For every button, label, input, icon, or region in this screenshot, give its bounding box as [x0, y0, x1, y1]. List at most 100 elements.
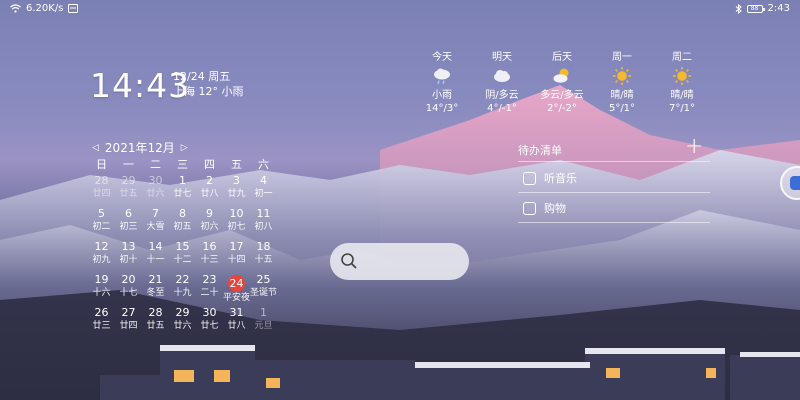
calendar-day[interactable]: 22 十九: [169, 272, 196, 305]
calendar-day[interactable]: 26 廿三: [88, 305, 115, 338]
todo-divider: [518, 192, 710, 193]
day-number: 14: [148, 240, 163, 253]
day-number: 20: [121, 273, 136, 286]
clock-date: 12/24 周五: [173, 70, 231, 83]
clock-details[interactable]: 12/24 周五 上海 12° 小雨: [173, 69, 244, 99]
calendar-day[interactable]: 30 廿六: [142, 173, 169, 206]
calendar-day[interactable]: 2 廿八: [196, 173, 223, 206]
calendar-day[interactable]: 30 廿七: [196, 305, 223, 338]
lunar-date: 初七: [227, 222, 246, 232]
calendar-day[interactable]: 1 廿七: [169, 173, 196, 206]
day-number: 30: [148, 174, 163, 187]
lunar-date: 廿三: [92, 321, 111, 331]
lunar-date: 十二: [173, 255, 192, 265]
calendar-day[interactable]: 6 初三: [115, 206, 142, 239]
next-month-icon[interactable]: ▷: [181, 143, 188, 153]
day-number: 27: [121, 306, 136, 319]
weekday-label: 五: [231, 158, 242, 171]
weather-forecast[interactable]: 今天 小雨 14°/3° 明天 阴/多云 4°/-1° 后天 多云/多云 2°/-2° 周一 晴/晴…: [412, 51, 712, 115]
calendar-day[interactable]: 11 初八: [250, 206, 277, 239]
calendar-day[interactable]: 19 十六: [88, 272, 115, 305]
day-number: 8: [179, 207, 186, 220]
weather-day-label: 明天: [492, 52, 512, 63]
day-number: 29: [175, 306, 190, 319]
lunar-date: 二十: [200, 288, 219, 298]
side-dock-handle[interactable]: [780, 166, 800, 200]
weekday-label: 六: [258, 158, 269, 171]
day-number: 24: [228, 275, 245, 292]
calendar-day[interactable]: 15 十二: [169, 239, 196, 272]
day-number: 9: [206, 207, 213, 220]
prev-month-icon[interactable]: ◁: [92, 143, 99, 153]
lunar-date: 廿六: [146, 189, 165, 199]
weather-desc: 小雨: [432, 90, 452, 101]
lunar-date: 元旦: [254, 321, 273, 331]
calendar-day[interactable]: 14 十一: [142, 239, 169, 272]
day-number: 12: [94, 240, 109, 253]
calendar-day[interactable]: 9 初六: [196, 206, 223, 239]
day-number: 21: [148, 273, 163, 286]
lunar-date: 初十: [119, 255, 138, 265]
day-number: 28: [94, 174, 109, 187]
calendar-day[interactable]: 23 二十: [196, 272, 223, 305]
calendar-weeks: 28 廿四 29 廿五 30 廿六 1 廿七 2 廿八 3 廿九 4 初一 5 初二 6 初三 7 大雪 8 初五 9 初六 1…: [88, 173, 280, 338]
status-time: 2:43: [767, 3, 790, 14]
lunar-date: 初八: [254, 222, 273, 232]
weather-day[interactable]: 今天 小雨 14°/3°: [412, 51, 472, 115]
day-number: 23: [202, 273, 217, 286]
weather-day[interactable]: 明天 阴/多云 4°/-1°: [472, 51, 532, 115]
calendar-day[interactable]: 17 十四: [223, 239, 250, 272]
day-number: 11: [256, 207, 271, 220]
calendar-day-today[interactable]: 24 平安夜: [223, 272, 250, 305]
todo-checkbox[interactable]: [523, 201, 536, 215]
calendar-day[interactable]: 3 廿九: [223, 173, 250, 206]
calendar-day[interactable]: 13 初十: [115, 239, 142, 272]
calendar-day[interactable]: 21 冬至: [142, 272, 169, 305]
calendar-day[interactable]: 10 初七: [223, 206, 250, 239]
todo-item[interactable]: 购物: [523, 200, 566, 216]
calendar-day[interactable]: 12 初九: [88, 239, 115, 272]
lunar-date: 冬至: [146, 288, 165, 298]
calendar-day[interactable]: 18 十五: [250, 239, 277, 272]
calendar-day[interactable]: 28 廿五: [142, 305, 169, 338]
lunar-date: 十九: [173, 288, 192, 298]
todo-item[interactable]: 听音乐: [523, 170, 577, 186]
calendar-day[interactable]: 29 廿六: [169, 305, 196, 338]
day-number: 1: [179, 174, 186, 187]
calendar-day[interactable]: 20 十七: [115, 272, 142, 305]
calendar-day[interactable]: 16 十三: [196, 239, 223, 272]
todo-add-button[interactable]: +: [685, 135, 703, 159]
lunar-date: 廿七: [200, 321, 219, 331]
calendar-day[interactable]: 28 廿四: [88, 173, 115, 206]
calendar-day[interactable]: 7 大雪: [142, 206, 169, 239]
day-number: 31: [229, 306, 244, 319]
day-number: 1: [260, 306, 267, 319]
weather-day[interactable]: 周一 晴/晴 5°/1°: [592, 51, 652, 115]
wifi-icon: [10, 4, 21, 13]
search-bar[interactable]: [330, 243, 469, 280]
calendar-day[interactable]: 29 廿五: [115, 173, 142, 206]
lunar-date: 十一: [146, 255, 165, 265]
weekday-label: 二: [150, 158, 161, 171]
calendar-day[interactable]: 8 初五: [169, 206, 196, 239]
todo-checkbox[interactable]: [523, 171, 536, 185]
weather-day[interactable]: 周二 晴/晴 7°/1°: [652, 51, 712, 115]
calendar-day[interactable]: 4 初一: [250, 173, 277, 206]
calendar-day[interactable]: 1 元旦: [250, 305, 277, 338]
day-number: 30: [202, 306, 217, 319]
todo-title[interactable]: 待办清单: [518, 142, 562, 158]
calendar-day[interactable]: 31 廿八: [223, 305, 250, 338]
notification-icon: [68, 4, 79, 13]
lunar-date: 初一: [254, 189, 273, 199]
weather-day[interactable]: 后天 多云/多云 2°/-2°: [532, 51, 592, 115]
day-number: 29: [121, 174, 136, 187]
lunar-date: 廿五: [146, 321, 165, 331]
calendar-day[interactable]: 25 圣诞节: [250, 272, 277, 305]
network-speed: 6.20K/s: [26, 3, 64, 14]
day-number: 18: [256, 240, 271, 253]
calendar-day[interactable]: 5 初二: [88, 206, 115, 239]
calendar-month-label[interactable]: 2021年12月: [105, 139, 175, 156]
calendar-day[interactable]: 27 廿四: [115, 305, 142, 338]
day-number: 7: [152, 207, 159, 220]
day-number: 10: [229, 207, 244, 220]
